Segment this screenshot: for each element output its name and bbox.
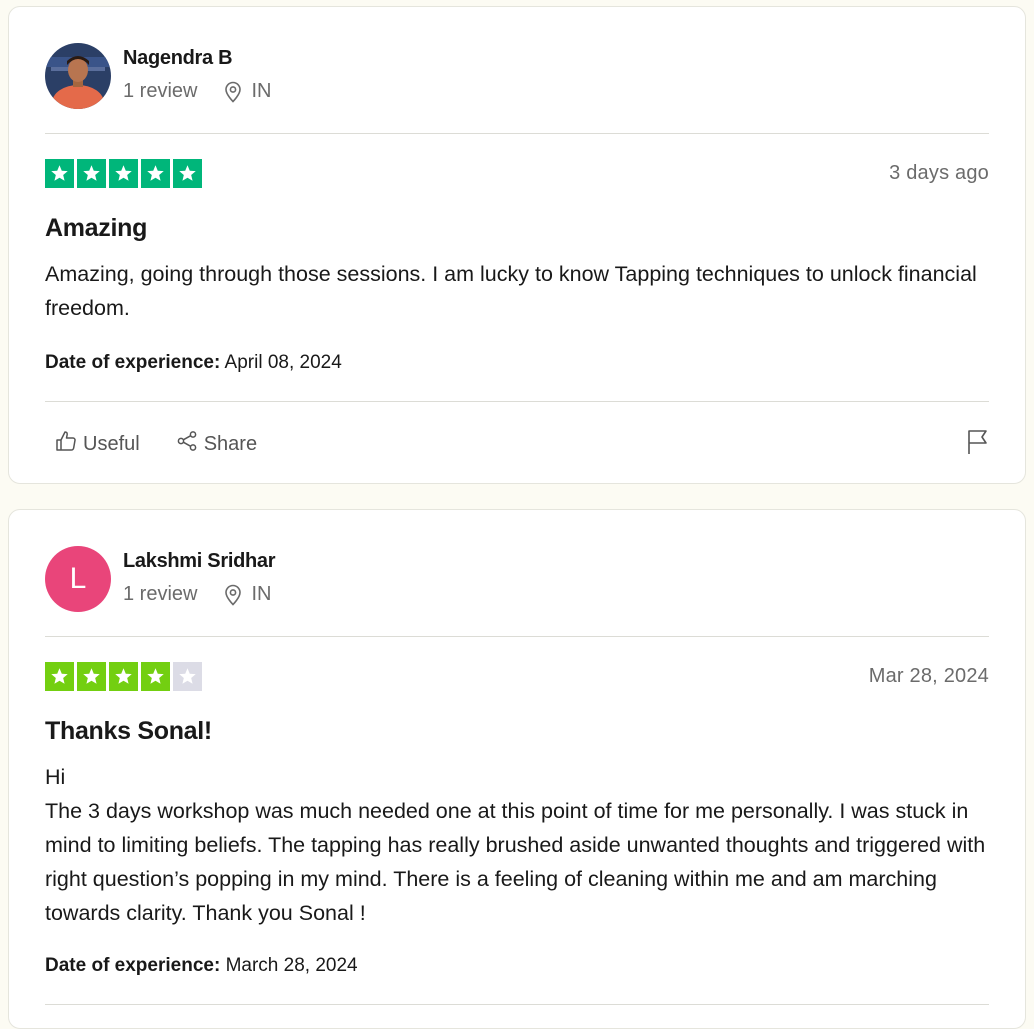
date-of-experience: Date of experience: April 08, 2024: [45, 352, 342, 374]
star-icon: [141, 662, 170, 691]
avatar[interactable]: [45, 43, 111, 109]
star-icon: [173, 159, 202, 188]
review-date: 3 days ago: [889, 162, 989, 184]
reviewer-meta: 1 review IN: [123, 583, 271, 606]
star-icon: [45, 159, 74, 188]
review-date: Mar 28, 2024: [868, 665, 989, 687]
review-paragraph: Hi: [45, 765, 66, 789]
avatar-photo: [45, 43, 111, 109]
experience-label: Date of experience:: [45, 352, 221, 373]
divider: [45, 133, 989, 134]
avatar[interactable]: L: [45, 546, 111, 612]
useful-button[interactable]: Useful: [55, 430, 140, 458]
reviewer-country: IN: [251, 80, 272, 102]
useful-label: Useful: [83, 432, 140, 455]
date-of-experience: Date of experience: March 28, 2024: [45, 955, 358, 977]
review-body: Amazing, going through those sessions. I…: [45, 257, 995, 325]
share-label: Share: [203, 432, 258, 455]
flag-icon: [967, 430, 989, 459]
review-paragraph: Amazing, going through those sessions. I…: [45, 262, 977, 320]
divider: [45, 1004, 989, 1005]
reviewer-name[interactable]: Lakshmi Sridhar: [123, 550, 276, 573]
report-button[interactable]: [967, 429, 989, 460]
star-icon: [173, 662, 202, 691]
star-icon: [109, 662, 138, 691]
experience-date: March 28, 2024: [225, 955, 358, 976]
review-title[interactable]: Thanks Sonal!: [45, 717, 212, 746]
star-icon: [77, 662, 106, 691]
divider: [45, 636, 989, 637]
review-count: 1 review: [123, 583, 198, 605]
review-count: 1 review: [123, 80, 198, 102]
review-card: Nagendra B 1 review IN 3 days ago Amazin…: [8, 6, 1026, 484]
star-icon: [45, 662, 74, 691]
review-actions: Useful Share: [55, 430, 293, 458]
location-pin-icon: [223, 81, 243, 103]
reviewer-name[interactable]: Nagendra B: [123, 47, 233, 70]
experience-date: April 08, 2024: [224, 352, 342, 373]
review-card: L Lakshmi Sridhar 1 review IN Mar 28, 20…: [8, 509, 1026, 1029]
reviewer-country: IN: [251, 583, 272, 605]
star-rating: [45, 662, 202, 691]
share-button[interactable]: Share: [176, 430, 257, 458]
star-icon: [109, 159, 138, 188]
location-pin-icon: [223, 584, 243, 606]
review-paragraph: The 3 days workshop was much needed one …: [45, 799, 986, 925]
star-rating: [45, 159, 202, 188]
star-icon: [141, 159, 170, 188]
share-icon: [176, 430, 198, 458]
thumbs-up-icon: [55, 430, 77, 458]
review-title[interactable]: Amazing: [45, 214, 147, 243]
star-icon: [77, 159, 106, 188]
reviewer-meta: 1 review IN: [123, 80, 271, 103]
experience-label: Date of experience:: [45, 955, 221, 976]
divider: [45, 401, 989, 402]
review-body: Hi The 3 days workshop was much needed o…: [45, 760, 995, 930]
